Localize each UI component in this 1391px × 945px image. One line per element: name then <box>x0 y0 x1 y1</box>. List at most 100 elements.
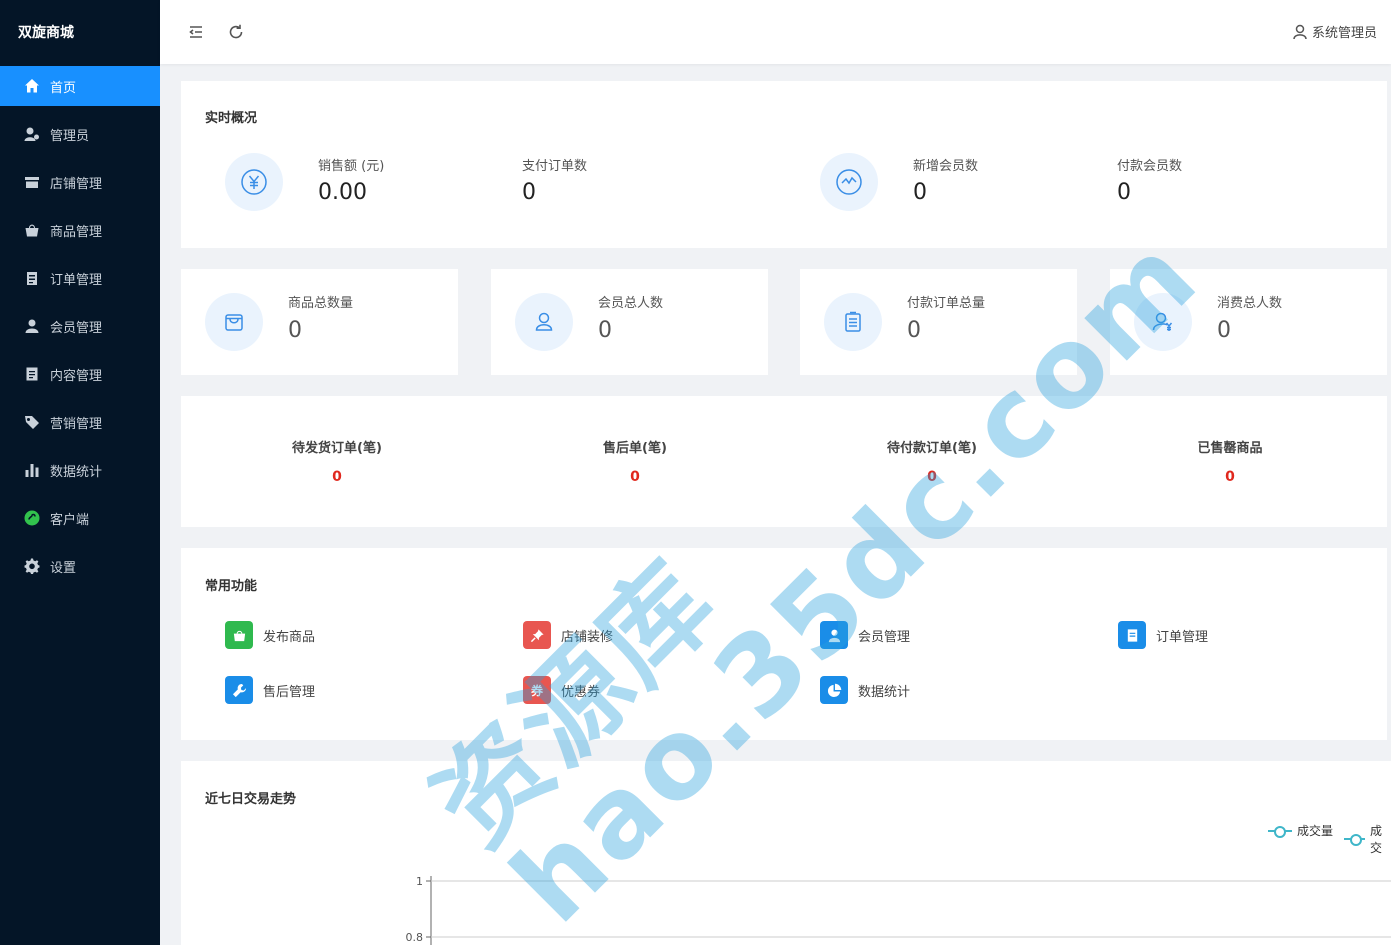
sidebar-item-label: 设置 <box>50 560 77 576</box>
user-outline-icon <box>1293 24 1307 39</box>
func-label: 订单管理 <box>1156 629 1209 645</box>
basket-icon <box>24 222 40 238</box>
func-label: 数据统计 <box>858 684 911 700</box>
sidebar-item-client[interactable]: 客户端 <box>0 498 160 538</box>
sidebar-item-label: 店铺管理 <box>50 176 103 192</box>
legend-label: 成交 <box>1370 824 1383 855</box>
stat-value: 0 <box>1117 180 1131 205</box>
functions-card: 常用功能 发布商品 店铺装修 会员管理 订单管理 售后管理 券 优惠券 数据统计 <box>181 548 1387 740</box>
func-data-statistics[interactable]: 数据统计 <box>820 676 910 704</box>
stat-label: 支付订单数 <box>522 159 588 174</box>
stat-value: 0 <box>522 180 536 205</box>
refresh-icon <box>229 24 243 39</box>
sidebar-item-label: 内容管理 <box>50 368 103 384</box>
todo-value[interactable]: 0 <box>237 469 437 485</box>
sidebar-item-label: 客户端 <box>50 512 90 528</box>
total-label: 消费总人数 <box>1217 296 1283 311</box>
sidebar-item-label: 会员管理 <box>50 320 103 336</box>
brand-name: 双旋商城 <box>18 25 74 41</box>
total-card-paid-orders[interactable]: 付款订单总量 0 <box>800 269 1077 375</box>
sidebar-item-statistics[interactable]: 数据统计 <box>0 450 160 490</box>
user-menu[interactable]: 系统管理员 <box>1292 22 1377 41</box>
clipboard-icon <box>24 270 40 286</box>
total-value: 0 <box>1217 318 1231 343</box>
user-name: 系统管理员 <box>1311 26 1377 41</box>
sidebar-item-members[interactable]: 会员管理 <box>0 306 160 346</box>
todo-value[interactable]: 0 <box>832 469 1032 485</box>
sidebar: 双旋商城 首页 管理员 店铺管理 商品管理 订单管理 会员管理 内容管理 营销管… <box>0 0 160 945</box>
func-label: 发布商品 <box>263 629 316 645</box>
func-coupon[interactable]: 券 优惠券 <box>523 676 600 704</box>
func-label: 优惠券 <box>561 684 601 700</box>
todo-card: 待发货订单(笔) 0 售后单(笔) 0 待付款订单(笔) 0 已售罄商品 0 <box>181 396 1387 527</box>
total-card-members[interactable]: 会员总人数 0 <box>491 269 768 375</box>
member-icon <box>515 293 573 351</box>
trend-card: 近七日交易走势 <box>181 761 1391 945</box>
total-label: 商品总数量 <box>288 296 354 311</box>
overview-card: 实时概况 销售额 (元) 0.00 支付订单数 0 新增会员数 0 付款会员数 … <box>181 81 1387 248</box>
sidebar-item-marketing[interactable]: 营销管理 <box>0 402 160 442</box>
todo-label: 待付款订单(笔) <box>887 441 977 456</box>
sidebar-item-content[interactable]: 内容管理 <box>0 354 160 394</box>
overview-title: 实时概况 <box>205 111 258 126</box>
func-member-manage[interactable]: 会员管理 <box>820 621 910 649</box>
stat-label: 销售额 (元) <box>318 159 385 174</box>
home-icon <box>24 78 40 94</box>
store-icon <box>24 174 40 190</box>
sidebar-item-settings[interactable]: 设置 <box>0 546 160 586</box>
stat-value: 0.00 <box>318 180 367 205</box>
total-value: 0 <box>288 318 302 343</box>
legend-item-volume[interactable]: 成交量 <box>1268 822 1333 839</box>
sidebar-item-label: 订单管理 <box>50 272 103 288</box>
func-order-manage[interactable]: 订单管理 <box>1118 621 1208 649</box>
legend-item-amount[interactable]: 成交 <box>1344 822 1391 856</box>
total-label: 付款订单总量 <box>907 296 986 311</box>
total-value: 0 <box>598 318 612 343</box>
func-label: 会员管理 <box>858 629 911 645</box>
refresh-button[interactable] <box>226 22 246 42</box>
total-card-goods[interactable]: 商品总数量 0 <box>181 269 458 375</box>
func-publish-goods[interactable]: 发布商品 <box>225 621 315 649</box>
stat-value: 0 <box>913 180 927 205</box>
func-aftersale-manage[interactable]: 售后管理 <box>225 676 315 704</box>
functions-title: 常用功能 <box>205 579 258 594</box>
coupon-icon: 券 <box>523 676 551 704</box>
trend-title: 近七日交易走势 <box>205 792 297 807</box>
bag-icon <box>225 621 253 649</box>
document-icon <box>24 366 40 382</box>
indent-icon <box>189 26 202 38</box>
sidebar-item-label: 商品管理 <box>50 224 103 240</box>
bar-chart-icon <box>24 462 40 478</box>
sidebar-item-admin[interactable]: 管理员 <box>0 114 160 154</box>
sidebar-item-goods[interactable]: 商品管理 <box>0 210 160 250</box>
pin-icon <box>523 621 551 649</box>
sidebar-item-label: 首页 <box>50 80 77 96</box>
sidebar-item-store[interactable]: 店铺管理 <box>0 162 160 202</box>
tag-icon <box>24 414 40 430</box>
todo-value[interactable]: 0 <box>535 469 735 485</box>
gear-icon <box>24 558 40 574</box>
legend-marker-icon <box>1268 825 1292 838</box>
pie-chart-icon <box>820 676 848 704</box>
total-card-consumers[interactable]: 消费总人数 0 <box>1110 269 1387 375</box>
user-icon <box>820 621 848 649</box>
todo-value[interactable]: 0 <box>1130 469 1330 485</box>
todo-label: 售后单(笔) <box>603 441 667 456</box>
func-store-decor[interactable]: 店铺装修 <box>523 621 613 649</box>
user-icon <box>24 318 40 334</box>
stat-label: 付款会员数 <box>1117 159 1183 174</box>
func-label: 售后管理 <box>263 684 316 700</box>
sidebar-item-home[interactable]: 首页 <box>0 66 160 106</box>
legend-marker-icon <box>1344 833 1365 846</box>
sidebar-item-label: 管理员 <box>50 128 90 144</box>
wrench-icon <box>225 676 253 704</box>
top-header: 系统管理员 <box>160 0 1391 64</box>
sidebar-item-orders[interactable]: 订单管理 <box>0 258 160 298</box>
sidebar-item-label: 数据统计 <box>50 464 103 480</box>
todo-label: 已售罄商品 <box>1197 441 1263 456</box>
collapse-menu-button[interactable] <box>186 22 206 42</box>
document-icon <box>1118 621 1146 649</box>
consumer-icon <box>1134 293 1192 351</box>
yen-icon <box>225 153 283 211</box>
todo-label: 待发货订单(笔) <box>292 441 382 456</box>
